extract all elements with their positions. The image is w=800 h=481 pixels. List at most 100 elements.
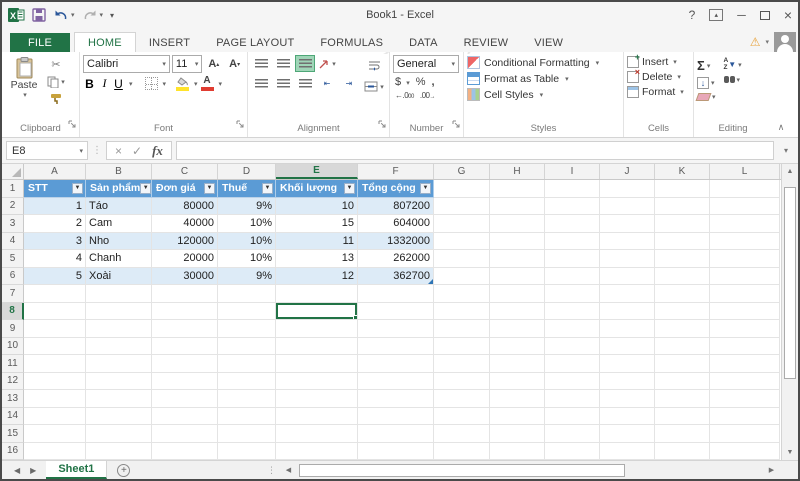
cell-C12[interactable] [152,372,218,390]
cell-K6[interactable] [655,267,710,285]
name-box[interactable]: E8 ▾ [6,141,88,160]
row-header-1[interactable]: 1 [2,180,24,198]
cell-L1[interactable] [710,180,780,198]
cell-I13[interactable] [545,390,600,408]
cell-L5[interactable] [710,250,780,268]
cell-K13[interactable] [655,390,710,408]
font-name-select[interactable]: Calibri ▾ [83,55,170,73]
cell-H10[interactable] [490,337,545,355]
cell-D5[interactable]: 10% [218,250,276,268]
row-header-14[interactable]: 14 [2,407,24,425]
cell-D1[interactable]: Thuế ▼ [218,180,276,198]
cell-D2[interactable]: 9% [218,197,276,215]
cell-H16[interactable] [490,442,545,460]
cell-E4[interactable]: 11 [276,232,358,250]
cell-J8[interactable] [600,302,655,320]
cell-L10[interactable] [710,337,780,355]
cell-F6[interactable]: 362700 [358,267,434,285]
cell-G11[interactable] [434,355,490,373]
cell-H15[interactable] [490,425,545,443]
row-header-12[interactable]: 12 [2,372,24,390]
cell-I10[interactable] [545,337,600,355]
cell-D16[interactable] [218,442,276,460]
cell-D10[interactable] [218,337,276,355]
name-box-dropdown-icon[interactable]: ▾ [79,147,87,155]
cell-B5[interactable]: Chanh [86,250,152,268]
cell-C2[interactable]: 80000 [152,197,218,215]
fill-color-icon[interactable] [176,76,190,91]
cell-K8[interactable] [655,302,710,320]
fill-button[interactable]: ↓ ▾ [697,77,716,89]
cell-G8[interactable] [434,302,490,320]
cell-F7[interactable] [358,285,434,303]
cell-E11[interactable] [276,355,358,373]
row-header-11[interactable]: 11 [2,355,24,373]
cell-E14[interactable] [276,407,358,425]
row-header-2[interactable]: 2 [2,197,24,215]
cell-K10[interactable] [655,337,710,355]
collapse-ribbon-icon[interactable]: ∧ [772,52,790,137]
cell-H9[interactable] [490,320,545,338]
column-header-L[interactable]: L [710,164,780,179]
format-as-table-button[interactable]: Format as Table ▾ [467,72,620,85]
column-header-C[interactable]: C [152,164,218,179]
cell-D12[interactable] [218,372,276,390]
cell-K9[interactable] [655,320,710,338]
cell-L12[interactable] [710,372,780,390]
column-header-D[interactable]: D [218,164,276,179]
undo-icon[interactable]: ▾ [53,9,75,22]
row-header-10[interactable]: 10 [2,337,24,355]
cell-I9[interactable] [545,320,600,338]
cell-C1[interactable]: Đơn giá ▼ [152,180,218,198]
cell-F9[interactable] [358,320,434,338]
cell-I16[interactable] [545,442,600,460]
cell-B11[interactable] [86,355,152,373]
cell-I2[interactable] [545,197,600,215]
underline-button[interactable]: U [113,77,124,91]
find-select-button[interactable]: ▾ [723,76,742,84]
cell-E1[interactable]: Khối lượng ▼ [276,180,358,198]
cell-A2[interactable]: 1 [24,197,86,215]
vertical-scroll-thumb[interactable] [784,187,796,379]
cell-A11[interactable] [24,355,86,373]
cell-H2[interactable] [490,197,545,215]
cell-E3[interactable]: 15 [276,215,358,233]
scroll-down-icon[interactable]: ▼ [782,445,798,460]
cell-C15[interactable] [152,425,218,443]
top-align-icon[interactable] [251,55,271,72]
cell-C7[interactable] [152,285,218,303]
middle-align-icon[interactable] [273,55,293,72]
conditional-formatting-button[interactable]: Conditional Formatting ▾ [467,56,620,69]
cell-J6[interactable] [600,267,655,285]
cell-F13[interactable] [358,390,434,408]
cell-I1[interactable] [545,180,600,198]
cell-E15[interactable] [276,425,358,443]
column-header-J[interactable]: J [600,164,655,179]
help-icon[interactable]: ? [689,9,696,21]
row-header-4[interactable]: 4 [2,232,24,250]
cell-H4[interactable] [490,232,545,250]
cell-I15[interactable] [545,425,600,443]
tab-data[interactable]: DATA [396,33,451,52]
cell-H5[interactable] [490,250,545,268]
wrap-text-icon[interactable] [364,57,384,74]
cell-L4[interactable] [710,232,780,250]
cell-C11[interactable] [152,355,218,373]
cell-G15[interactable] [434,425,490,443]
cell-L7[interactable] [710,285,780,303]
cell-I6[interactable] [545,267,600,285]
increase-font-size-icon[interactable]: A ▴ [204,56,223,73]
cell-J10[interactable] [600,337,655,355]
cell-F2[interactable]: 807200 [358,197,434,215]
sheet-tab-sheet1[interactable]: Sheet1 [46,461,108,479]
row-header-5[interactable]: 5 [2,250,24,268]
cell-D4[interactable]: 10% [218,232,276,250]
cell-I4[interactable] [545,232,600,250]
maximize-icon[interactable] [759,10,770,20]
clear-button[interactable]: ▾ [695,93,716,101]
font-dialog-launcher-icon[interactable] [236,115,244,133]
scroll-right-icon[interactable]: ▶ [763,466,780,474]
align-right-icon[interactable] [295,75,315,92]
column-header-K[interactable]: K [655,164,710,179]
scroll-left-icon[interactable]: ◀ [280,466,297,474]
